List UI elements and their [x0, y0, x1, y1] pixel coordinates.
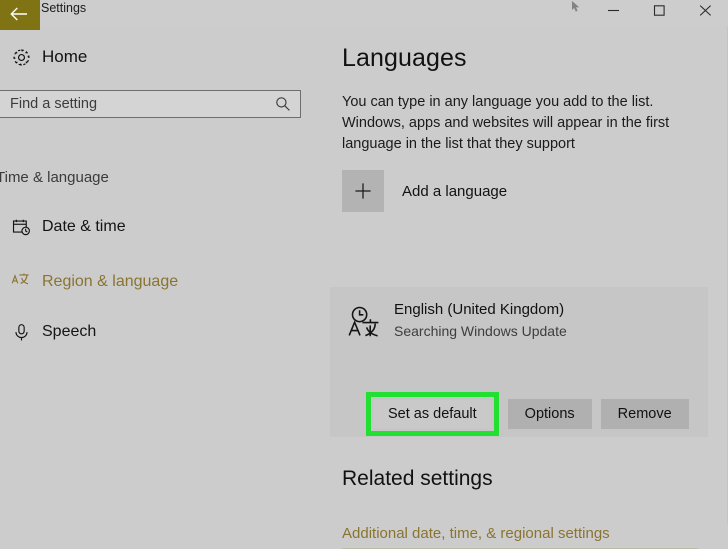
sidebar-section-label: Time & language: [0, 169, 109, 186]
language-card[interactable]: English (United Kingdom) Searching Windo…: [330, 287, 708, 437]
add-language-label: Add a language: [402, 182, 508, 200]
microphone-icon: [0, 323, 42, 342]
sidebar-item-label: Speech: [42, 323, 97, 340]
page-title: Languages: [342, 44, 467, 72]
gear-icon: [0, 48, 42, 67]
mouse-cursor-icon: [562, 0, 590, 20]
page-description: You can type in any language you add to …: [342, 94, 670, 152]
options-button[interactable]: Options: [507, 399, 592, 429]
search-box[interactable]: [0, 90, 301, 118]
search-input[interactable]: [0, 95, 266, 113]
sidebar: Home Time & language Date & time: [0, 26, 330, 525]
set-as-default-highlight: Set as default: [366, 392, 499, 436]
language-card-text: English (United Kingdom) Searching Windo…: [394, 300, 567, 341]
add-language-button[interactable]: Add a language: [342, 170, 507, 212]
close-button[interactable]: [682, 0, 728, 20]
set-as-default-button[interactable]: Set as default: [374, 400, 491, 428]
language-name: English (United Kingdom): [394, 301, 565, 318]
remove-button[interactable]: Remove: [600, 399, 689, 429]
additional-regional-settings-link[interactable]: Additional date, time, & regional settin…: [342, 525, 610, 542]
language-card-header: English (United Kingdom) Searching Windo…: [342, 299, 567, 344]
maximize-button[interactable]: [636, 0, 682, 20]
calendar-clock-icon: [0, 218, 42, 237]
minimize-button[interactable]: [590, 0, 636, 20]
language-translate-icon: [0, 272, 42, 292]
sidebar-item-home[interactable]: Home: [0, 40, 300, 74]
window-controls: [562, 0, 728, 22]
window-title: Settings: [41, 1, 87, 15]
sidebar-item-label: Date & time: [42, 218, 126, 235]
sidebar-item-region-language[interactable]: Region & language: [0, 263, 300, 301]
language-status: Searching Windows Update: [394, 323, 567, 339]
plus-icon: [342, 170, 384, 212]
search-icon[interactable]: [266, 96, 300, 112]
related-settings-title: Related settings: [342, 467, 493, 490]
language-translate-icon: [342, 300, 386, 344]
title-bar: Settings: [0, 0, 728, 30]
sidebar-item-label: Region & language: [42, 273, 179, 290]
main-content: Languages You can type in any language y…: [330, 26, 728, 549]
sidebar-item-speech[interactable]: Speech: [0, 313, 300, 351]
language-action-buttons: Set as default Options Remove: [366, 392, 689, 436]
sidebar-item-date-time[interactable]: Date & time: [0, 208, 300, 246]
back-arrow-icon: [4, 3, 28, 21]
sidebar-home-label: Home: [42, 47, 88, 66]
